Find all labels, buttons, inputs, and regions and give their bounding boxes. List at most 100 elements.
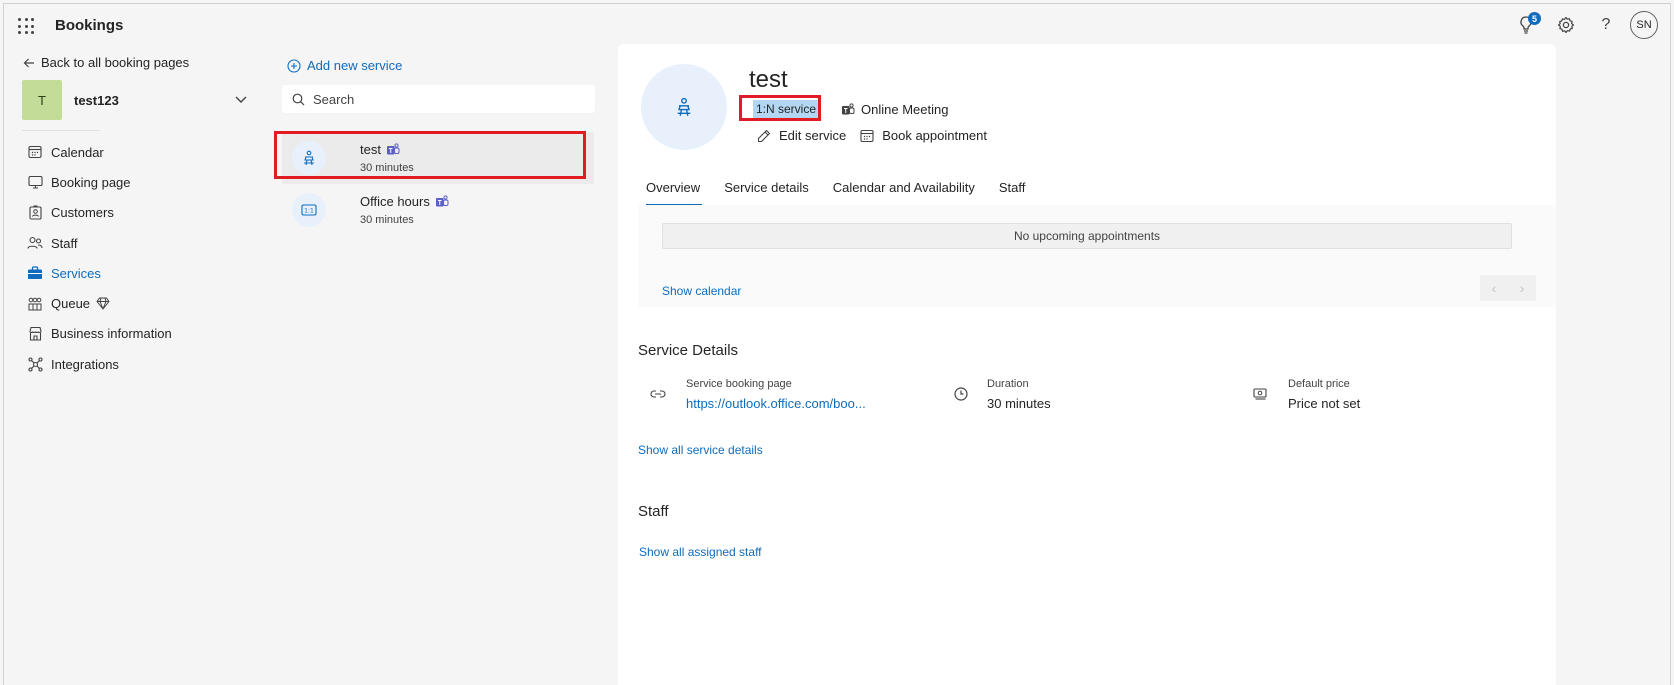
add-new-service-button[interactable]: Add new service [287, 58, 402, 73]
service-duration: 30 minutes [360, 214, 414, 226]
group-service-icon [641, 64, 727, 150]
nav-item-staff[interactable]: Staff [22, 228, 262, 258]
pencil-icon [757, 129, 771, 142]
clock-icon [951, 384, 971, 404]
edit-service-button[interactable]: Edit service [757, 128, 846, 143]
chevron-down-icon[interactable] [234, 92, 248, 106]
service-details-summary: Service booking page https://outlook.off… [638, 378, 1556, 418]
price-label: Default price [1288, 378, 1350, 390]
nav-item-calendar[interactable]: Calendar [22, 137, 262, 167]
contact-card-icon [26, 204, 44, 222]
add-service-label: Add new service [307, 58, 403, 73]
show-all-assigned-staff-link[interactable]: Show all assigned staff [639, 545, 762, 559]
duration-label: Duration [987, 378, 1029, 390]
teams-icon [435, 195, 449, 207]
gear-icon [1557, 16, 1575, 34]
meeting-type: Online Meeting [841, 102, 948, 117]
chevron-left-icon[interactable]: ‹ [1492, 280, 1497, 296]
settings-button[interactable] [1546, 4, 1586, 46]
booking-page-url-link[interactable]: https://outlook.office.com/boo... [686, 396, 866, 411]
calendar-icon [860, 129, 874, 142]
back-to-booking-pages-link[interactable]: Back to all booking pages [23, 55, 189, 70]
booking-page-label: Service booking page [686, 378, 792, 390]
price-value: Price not set [1288, 396, 1361, 411]
service-search-box[interactable] [282, 85, 595, 113]
nav-label: Customers [51, 205, 114, 221]
booking-page-detail: Service booking page https://outlook.off… [648, 378, 866, 411]
duration-detail: Duration 30 minutes [951, 378, 1051, 411]
search-input[interactable] [313, 91, 573, 107]
one-on-one-service-icon: 1:1 [292, 193, 326, 227]
queue-icon [26, 295, 44, 313]
help-button[interactable]: ? [1586, 4, 1626, 46]
detail-tabs: Overview Service details Calendar and Av… [638, 180, 1041, 206]
overview-section: No upcoming appointments Show calendar ‹… [638, 205, 1556, 307]
nav-label: Business information [51, 326, 172, 342]
duration-value: 30 minutes [987, 396, 1051, 411]
svg-text:1:1: 1:1 [304, 207, 314, 214]
book-appointment-button[interactable]: Book appointment [860, 128, 987, 143]
nav-item-customers[interactable]: Customers [22, 198, 262, 228]
show-all-service-details-link[interactable]: Show all service details [638, 443, 763, 457]
highlight-service-type-tag [739, 95, 821, 121]
building-icon [26, 325, 44, 343]
nav-label: Queue [51, 296, 91, 312]
nav-label: Booking page [51, 174, 131, 190]
edit-service-label: Edit service [779, 128, 847, 143]
nav-label: Calendar [51, 144, 104, 160]
question-mark-icon: ? [1601, 16, 1611, 33]
diamond-icon [96, 297, 110, 310]
money-icon [1250, 384, 1270, 404]
account-switcher[interactable]: T test123 [22, 79, 262, 121]
appointments-pager: ‹ › [1480, 275, 1536, 301]
top-actions: 5 ? SN [1506, 4, 1670, 46]
add-circle-icon [287, 58, 301, 73]
lightbulb-button[interactable]: 5 [1506, 4, 1546, 46]
top-bar: Bookings 5 ? SN [4, 4, 1670, 46]
meeting-type-label: Online Meeting [861, 101, 949, 117]
back-link-label: Back to all booking pages [41, 55, 190, 70]
no-appointments-message: No upcoming appointments [662, 223, 1512, 249]
nav-item-integrations[interactable]: Integrations [22, 349, 262, 379]
service-name: Office hours [360, 194, 430, 209]
nav-item-queue[interactable]: Queue [22, 288, 262, 318]
service-list-item-office-hours[interactable]: 1:1 Office hours 30 minutes [282, 184, 594, 236]
app-launcher-icon[interactable] [18, 18, 34, 34]
tab-overview[interactable]: Overview [638, 180, 708, 206]
staff-heading: Staff [638, 503, 669, 520]
tab-service-details[interactable]: Service details [716, 180, 817, 206]
chevron-right-icon[interactable]: › [1520, 280, 1525, 296]
nav-item-booking-page[interactable]: Booking page [22, 167, 262, 197]
highlight-selected-service [274, 131, 586, 179]
book-appointment-label: Book appointment [882, 128, 987, 143]
nav-item-business-information[interactable]: Business information [22, 319, 262, 349]
user-avatar[interactable]: SN [1630, 11, 1658, 39]
account-name: test123 [74, 92, 119, 108]
people-icon [26, 234, 44, 252]
service-detail-panel: test 1:N service Online Meeting Edit ser… [618, 44, 1556, 685]
service-actions: Edit service Book appointment [757, 128, 987, 143]
arrow-left-icon [23, 58, 34, 67]
link-icon [648, 384, 668, 404]
app-title: Bookings [55, 17, 124, 34]
calendar-icon [26, 143, 44, 161]
service-details-heading: Service Details [638, 342, 739, 359]
notification-badge: 5 [1528, 12, 1541, 25]
left-navigation: Back to all booking pages T test123 Cale… [4, 46, 274, 685]
nav-label: Staff [51, 235, 78, 251]
nav-label: Services [51, 265, 101, 281]
nav-item-services[interactable]: Services [22, 258, 262, 288]
price-detail: Default price Price not set [1250, 378, 1360, 411]
app-frame: Bookings 5 ? SN Back to all booking page… [3, 3, 1671, 685]
tab-staff[interactable]: Staff [991, 180, 1034, 206]
service-title: test [749, 66, 788, 93]
nav-divider [22, 130, 100, 131]
nav-list: Calendar Booking page Customers Staff Se… [22, 137, 262, 379]
show-calendar-link[interactable]: Show calendar [662, 284, 741, 298]
briefcase-icon [26, 264, 44, 282]
account-avatar: T [22, 80, 62, 120]
nav-label: Integrations [51, 356, 119, 372]
tab-calendar-availability[interactable]: Calendar and Availability [825, 180, 983, 206]
search-icon [292, 93, 305, 105]
teams-icon [842, 102, 855, 114]
